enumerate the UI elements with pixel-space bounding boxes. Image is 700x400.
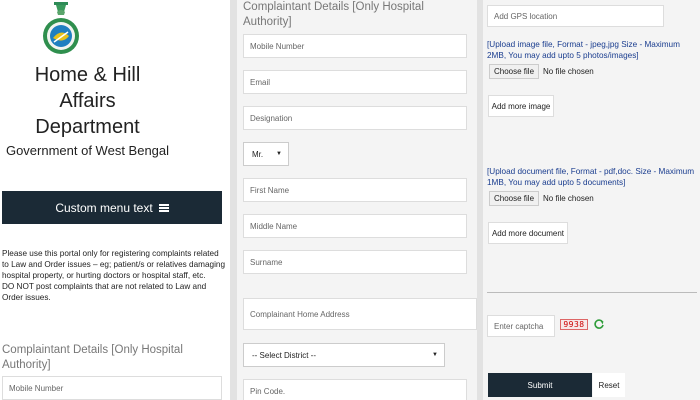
- district-value: -- Select District --: [252, 350, 316, 360]
- first-name-input[interactable]: [243, 178, 467, 202]
- department-line-2: Affairs: [59, 90, 116, 112]
- document-file-status: No file chosen: [543, 194, 594, 203]
- document-file-picker: Choose file No file chosen: [489, 191, 594, 206]
- email-input[interactable]: [243, 70, 467, 94]
- add-more-document-button[interactable]: Add more document: [488, 222, 568, 244]
- section-title: Complaintant Details [Only Hospital Auth…: [243, 1, 424, 28]
- middle-panel: Complaintant Details [Only Hospital Auth…: [237, 0, 477, 400]
- right-panel: [Upload image file, Format - jpeg,jpg Si…: [483, 0, 700, 400]
- section-title: Complaintant Details [Only Hospital Auth…: [2, 344, 183, 371]
- district-select[interactable]: -- Select District -- ▼: [243, 343, 445, 367]
- portal-notice: Please use this portal only for register…: [2, 248, 226, 303]
- department-line-3: Department: [35, 116, 140, 138]
- image-upload-note: [Upload image file, Format - jpeg,jpg Si…: [487, 40, 680, 60]
- pin-code-input[interactable]: [243, 379, 467, 400]
- government-name: Government of West Bengal: [5, 143, 170, 158]
- image-file-picker: Choose file No file chosen: [489, 64, 594, 79]
- notice-warning: DO NOT post complaints that are not rela…: [2, 282, 207, 302]
- left-panel: Home & Hill Affairs Department Governmen…: [0, 0, 230, 400]
- middle-name-input[interactable]: [243, 214, 467, 238]
- document-upload-note: [Upload document file, Format - pdf,doc.…: [487, 167, 695, 187]
- home-address-input[interactable]: [243, 298, 477, 330]
- designation-input[interactable]: [243, 106, 467, 130]
- custom-menu-button[interactable]: Custom menu text: [2, 191, 222, 224]
- reset-button[interactable]: Reset: [593, 373, 625, 397]
- add-more-image-button[interactable]: Add more image: [488, 95, 554, 117]
- refresh-icon[interactable]: [593, 318, 605, 330]
- image-file-status: No file chosen: [543, 67, 594, 76]
- divider: [487, 292, 697, 293]
- notice-text: Please use this portal only for register…: [2, 249, 226, 280]
- captcha-input[interactable]: [487, 315, 555, 337]
- chevron-down-icon: ▼: [432, 352, 438, 358]
- captcha-image: 9938: [560, 319, 588, 330]
- gps-location-input[interactable]: [487, 5, 664, 27]
- choose-image-file-button[interactable]: Choose file: [489, 64, 540, 79]
- choose-document-file-button[interactable]: Choose file: [489, 191, 540, 206]
- chevron-down-icon: ▼: [276, 151, 282, 157]
- mobile-number-input[interactable]: [2, 376, 222, 400]
- hamburger-icon: [158, 203, 169, 212]
- department-name: Home & Hill Affairs Department: [0, 62, 175, 140]
- mobile-number-input[interactable]: [243, 34, 467, 58]
- salutation-select[interactable]: Mr. ▼: [243, 142, 289, 166]
- surname-input[interactable]: [243, 250, 467, 274]
- emblem-logo: [43, 2, 79, 54]
- department-line-1: Home & Hill: [34, 64, 141, 86]
- menu-label: Custom menu text: [55, 200, 153, 215]
- salutation-value: Mr.: [252, 149, 264, 159]
- submit-button[interactable]: Submit: [488, 373, 592, 397]
